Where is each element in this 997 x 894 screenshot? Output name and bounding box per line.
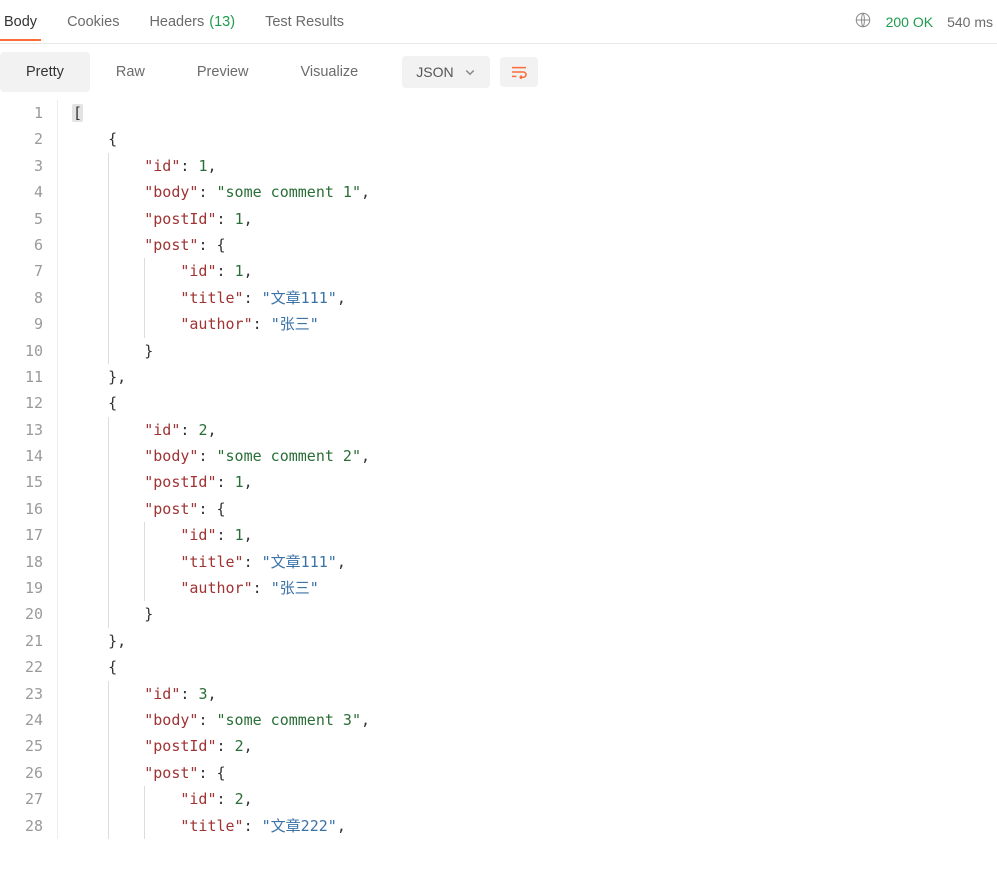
ln: 2: [0, 126, 43, 152]
ln: 23: [0, 681, 43, 707]
response-body[interactable]: 1 2 3 4 5 6 7 8 9 10 11 12 13 14 15 16 1…: [0, 100, 997, 839]
ln: 16: [0, 496, 43, 522]
ln: 26: [0, 760, 43, 786]
tab-cookies[interactable]: Cookies: [63, 4, 123, 40]
tab-headers-count: (13): [209, 14, 235, 30]
ln: 7: [0, 258, 43, 284]
ln: 19: [0, 575, 43, 601]
tab-headers[interactable]: Headers (13): [145, 4, 239, 40]
ln: 11: [0, 364, 43, 390]
tab-body[interactable]: Body: [0, 4, 41, 40]
code-content[interactable]: [ { "id": 1, "body": "some comment 1", "…: [58, 100, 370, 839]
ln: 12: [0, 390, 43, 416]
tab-headers-label: Headers: [149, 14, 204, 30]
line-gutter: 1 2 3 4 5 6 7 8 9 10 11 12 13 14 15 16 1…: [0, 100, 58, 839]
ln: 15: [0, 469, 43, 495]
response-tabs: Body Cookies Headers (13) Test Results 2…: [0, 0, 997, 44]
status-code: 200 OK: [886, 14, 933, 30]
subtab-raw[interactable]: Raw: [90, 52, 171, 92]
ln: 22: [0, 654, 43, 680]
chevron-down-icon: [464, 66, 476, 78]
format-select-label: JSON: [416, 64, 453, 80]
response-time: 540 ms: [947, 14, 993, 30]
ln: 9: [0, 311, 43, 337]
subtab-visualize[interactable]: Visualize: [274, 52, 384, 92]
ln: 1: [0, 100, 43, 126]
ln: 4: [0, 179, 43, 205]
wrap-icon: [510, 65, 528, 79]
ln: 10: [0, 338, 43, 364]
ln: 3: [0, 153, 43, 179]
subtab-pretty[interactable]: Pretty: [0, 52, 90, 92]
ln: 14: [0, 443, 43, 469]
ln: 6: [0, 232, 43, 258]
ln: 24: [0, 707, 43, 733]
body-view-tabs: Pretty Raw Preview Visualize JSON: [0, 44, 997, 100]
subtab-preview[interactable]: Preview: [171, 52, 275, 92]
format-select[interactable]: JSON: [402, 56, 489, 88]
network-icon[interactable]: [854, 11, 872, 32]
ln: 28: [0, 813, 43, 839]
ln: 13: [0, 417, 43, 443]
ln: 5: [0, 206, 43, 232]
ln: 25: [0, 733, 43, 759]
ln: 8: [0, 285, 43, 311]
wrap-lines-button[interactable]: [500, 57, 538, 87]
ln: 21: [0, 628, 43, 654]
ln: 17: [0, 522, 43, 548]
ln: 27: [0, 786, 43, 812]
ln: 20: [0, 601, 43, 627]
ln: 18: [0, 549, 43, 575]
tab-test-results[interactable]: Test Results: [261, 4, 348, 40]
